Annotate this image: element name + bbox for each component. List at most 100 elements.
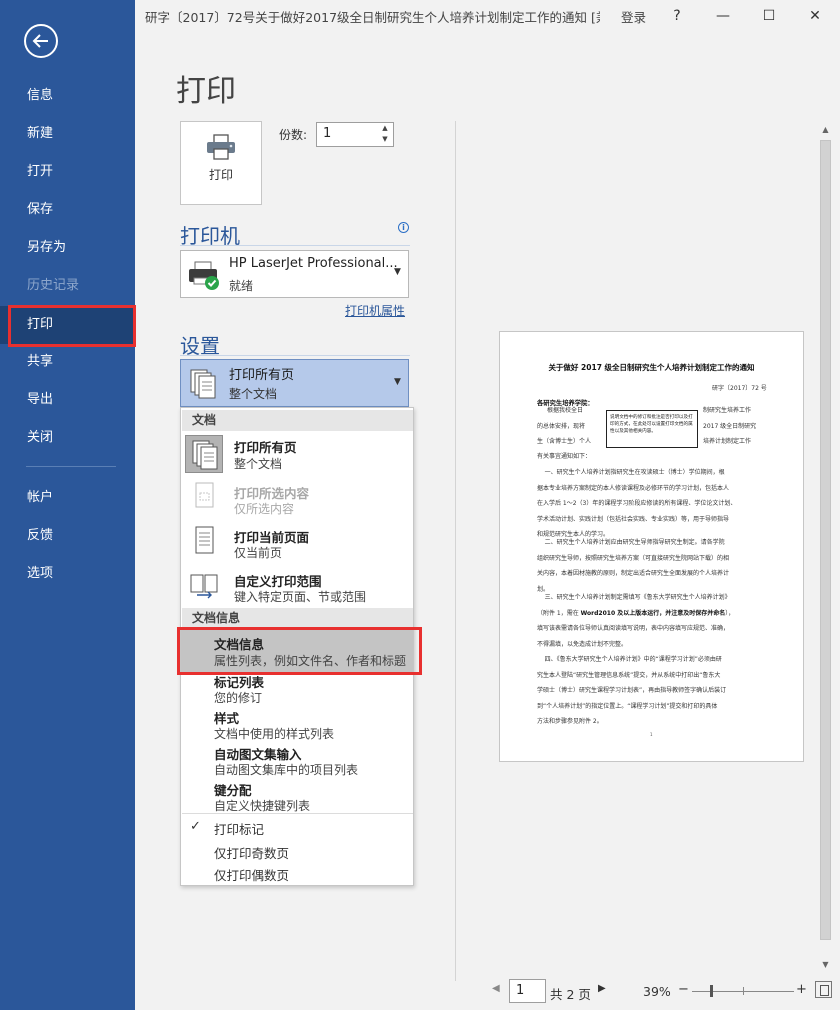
menu-item-subtitle: 自定义快捷键列表 [214, 799, 311, 813]
preview-text: 生（含博士生）个人 [537, 438, 592, 445]
login-link[interactable]: 登录 [621, 7, 646, 26]
scrollbar-thumb[interactable] [820, 140, 831, 940]
page-total: 共 2 页 [550, 987, 591, 1002]
menu-group-document-info: 文档信息 [182, 608, 413, 629]
title-bar: 研字〔2017〕72号关于做好2017级全日制研究生个人培养计划制定工作的通知 … [135, 0, 840, 32]
preview-paragraph-4: 四、《鲁东大学研究生个人培养计划》中的“课程学习计划”必须由研 究生本人登陆“研… [537, 656, 727, 725]
sidebar-item-open[interactable]: 打开 [0, 153, 135, 191]
preview-page-number: 1 [650, 732, 653, 737]
printer-icon [207, 134, 235, 160]
print-preview-page: 关于做好 2017 级全日制研究生个人培养计划制定工作的通知 研字〔2017〕7… [499, 331, 804, 762]
sidebar-item-history: 历史记录 [27, 278, 80, 293]
menu-option-even-pages[interactable]: 仅打印偶数页 [181, 864, 413, 886]
preview-scrollbar[interactable]: ▲ ▼ [818, 122, 833, 972]
chevron-down-icon: ▼ [394, 377, 401, 387]
sidebar-item-export[interactable]: 导出 [0, 381, 135, 419]
scroll-down-icon[interactable]: ▼ [818, 957, 833, 972]
sidebar-item-new[interactable]: 新建 [0, 115, 135, 153]
menu-item-subtitle: 键入特定页面、节或范围 [234, 590, 367, 604]
sidebar-item-close[interactable]: 关闭 [0, 419, 135, 457]
sidebar-divider [26, 466, 116, 467]
printer-select[interactable]: HP LaserJet Professional... 就绪 ▼ [180, 250, 409, 298]
menu-item-key-assignments[interactable]: 键分配 自定义快捷键列表 [181, 780, 413, 814]
menu-item-custom-range[interactable]: 自定义打印范围 键入特定页面、节或范围 [181, 564, 413, 608]
printer-status: 就绪 [229, 279, 254, 293]
restore-button[interactable]: ☐ [746, 0, 792, 32]
all-pages-icon [185, 435, 223, 473]
preview-comment-box: 说明文档中的修订和批注是否打印以及打印的方式，在此处可以设置打印文档的属性以及其… [606, 410, 698, 448]
print-button[interactable]: 打印 [180, 121, 262, 205]
menu-option-odd-pages[interactable]: 仅打印奇数页 [181, 840, 413, 864]
menu-item-print-all[interactable]: 打印所有页 整个文档 [181, 432, 413, 476]
custom-range-icon [190, 574, 218, 599]
zoom-slider-thumb[interactable] [710, 985, 713, 997]
sidebar-item-save[interactable]: 保存 [0, 191, 135, 229]
all-pages-icon [190, 369, 216, 399]
menu-item-autotext[interactable]: 自动图文集输入 自动图文集库中的项目列表 [181, 744, 413, 780]
page-title: 打印 [176, 74, 236, 109]
menu-item-subtitle: 整个文档 [234, 457, 283, 471]
sidebar-item-feedback[interactable]: 反馈 [0, 517, 135, 555]
minimize-button[interactable]: — [700, 0, 746, 32]
page-number-input[interactable]: 1 [509, 979, 546, 1003]
sidebar-item-save-as[interactable]: 另存为 [0, 229, 135, 267]
menu-option-label: 打印标记 [214, 822, 265, 837]
preview-doc-title: 关于做好 2017 级全日制研究生个人培养计划制定工作的通知 [548, 363, 755, 372]
menu-option-label: 仅打印奇数页 [214, 846, 290, 861]
sidebar-item-options[interactable]: 选项 [0, 555, 135, 593]
scroll-up-icon[interactable]: ▲ [818, 122, 833, 137]
preview-doc-number: 研字〔2017〕72 号 [712, 385, 767, 392]
menu-group-document: 文档 [182, 410, 413, 431]
print-highlight-box [8, 305, 136, 347]
menu-option-print-markup[interactable]: ✓ 打印标记 [181, 816, 413, 840]
back-arrow-icon[interactable] [24, 24, 58, 58]
preview-bold-text: Word2010 及以上版本运行，并注意及时保存并命名 [580, 609, 726, 617]
printer-heading-rule [180, 245, 410, 246]
check-icon: ✓ [190, 819, 201, 834]
preview-divider [455, 121, 456, 981]
document-title: 研字〔2017〕72号关于做好2017级全日制研究生个人培养计划制定工作的通知 … [145, 10, 600, 25]
copies-stepper[interactable]: ▲ ▼ [377, 123, 393, 146]
sidebar-item-account[interactable]: 帐户 [0, 479, 135, 517]
preview-paragraph-1: 一、研究生个人培养计划指研究生在攻读硕士（博士）学位期间，根 据本专业培养方案制… [537, 469, 737, 538]
preview-text: 培养计划制定工作 [703, 438, 752, 445]
next-page-icon[interactable]: ▶ [598, 983, 606, 994]
menu-item-subtitle: 文档中使用的样式列表 [214, 727, 335, 741]
print-range-selected-sub: 整个文档 [229, 387, 278, 401]
sidebar-item-info[interactable]: 信息 [0, 77, 135, 115]
menu-item-subtitle: 仅当前页 [234, 546, 283, 560]
info-icon[interactable]: i [398, 222, 409, 233]
zoom-in-button[interactable]: + [796, 982, 807, 997]
menu-item-styles[interactable]: 样式 文档中使用的样式列表 [181, 708, 413, 744]
print-range-selected: 打印所有页 [229, 368, 295, 383]
current-page-icon [195, 526, 214, 554]
print-range-select[interactable]: 打印所有页 整个文档 ▼ [180, 359, 409, 407]
close-button[interactable]: ✕ [792, 0, 838, 32]
menu-item-print-current[interactable]: 打印当前页面 仅当前页 [181, 520, 413, 564]
preview-text: 2017 级全日制研究 [703, 423, 757, 430]
menu-item-markup-list[interactable]: 标记列表 您的修订 [181, 672, 413, 708]
menu-item-title: 打印所有页 [234, 440, 297, 455]
sidebar-item-share[interactable]: 共享 [0, 343, 135, 381]
zoom-level[interactable]: 39% [643, 984, 671, 999]
zoom-to-page-icon[interactable] [815, 981, 832, 998]
menu-item-subtitle: 仅所选内容 [234, 502, 295, 516]
previous-page-icon[interactable]: ◀ [492, 983, 500, 994]
help-icon[interactable]: ? [654, 0, 700, 32]
copies-label: 份数: [279, 128, 308, 142]
menu-item-print-selection: 打印所选内容 仅所选内容 [181, 476, 413, 520]
preview-text: 的总体安排，现将 [537, 423, 586, 430]
chevron-down-icon: ▼ [394, 267, 401, 277]
menu-divider [182, 813, 413, 814]
preview-text: 制研究生培养工作 [703, 407, 752, 414]
backstage-sidebar: 信息 新建 打开 保存 另存为 历史记录 打印 共享 导出 关闭 帐户 反馈 选… [0, 0, 135, 1010]
laser-printer-icon [189, 261, 219, 290]
zoom-out-button[interactable]: − [678, 982, 689, 997]
document-info-highlight-box [177, 627, 422, 675]
printer-properties-link[interactable]: 打印机属性 [345, 302, 405, 319]
zoom-slider-center-tick [743, 987, 744, 995]
preview-paragraph-2: 二、研究生个人培养计划应由研究生导师指导研究生制定。请各学院 组织研究生导师，按… [537, 539, 730, 593]
print-button-label: 打印 [208, 168, 233, 182]
preview-text: 有关事宜通知如下： [537, 453, 592, 460]
preview-text: 根据我校全日 [547, 407, 584, 414]
